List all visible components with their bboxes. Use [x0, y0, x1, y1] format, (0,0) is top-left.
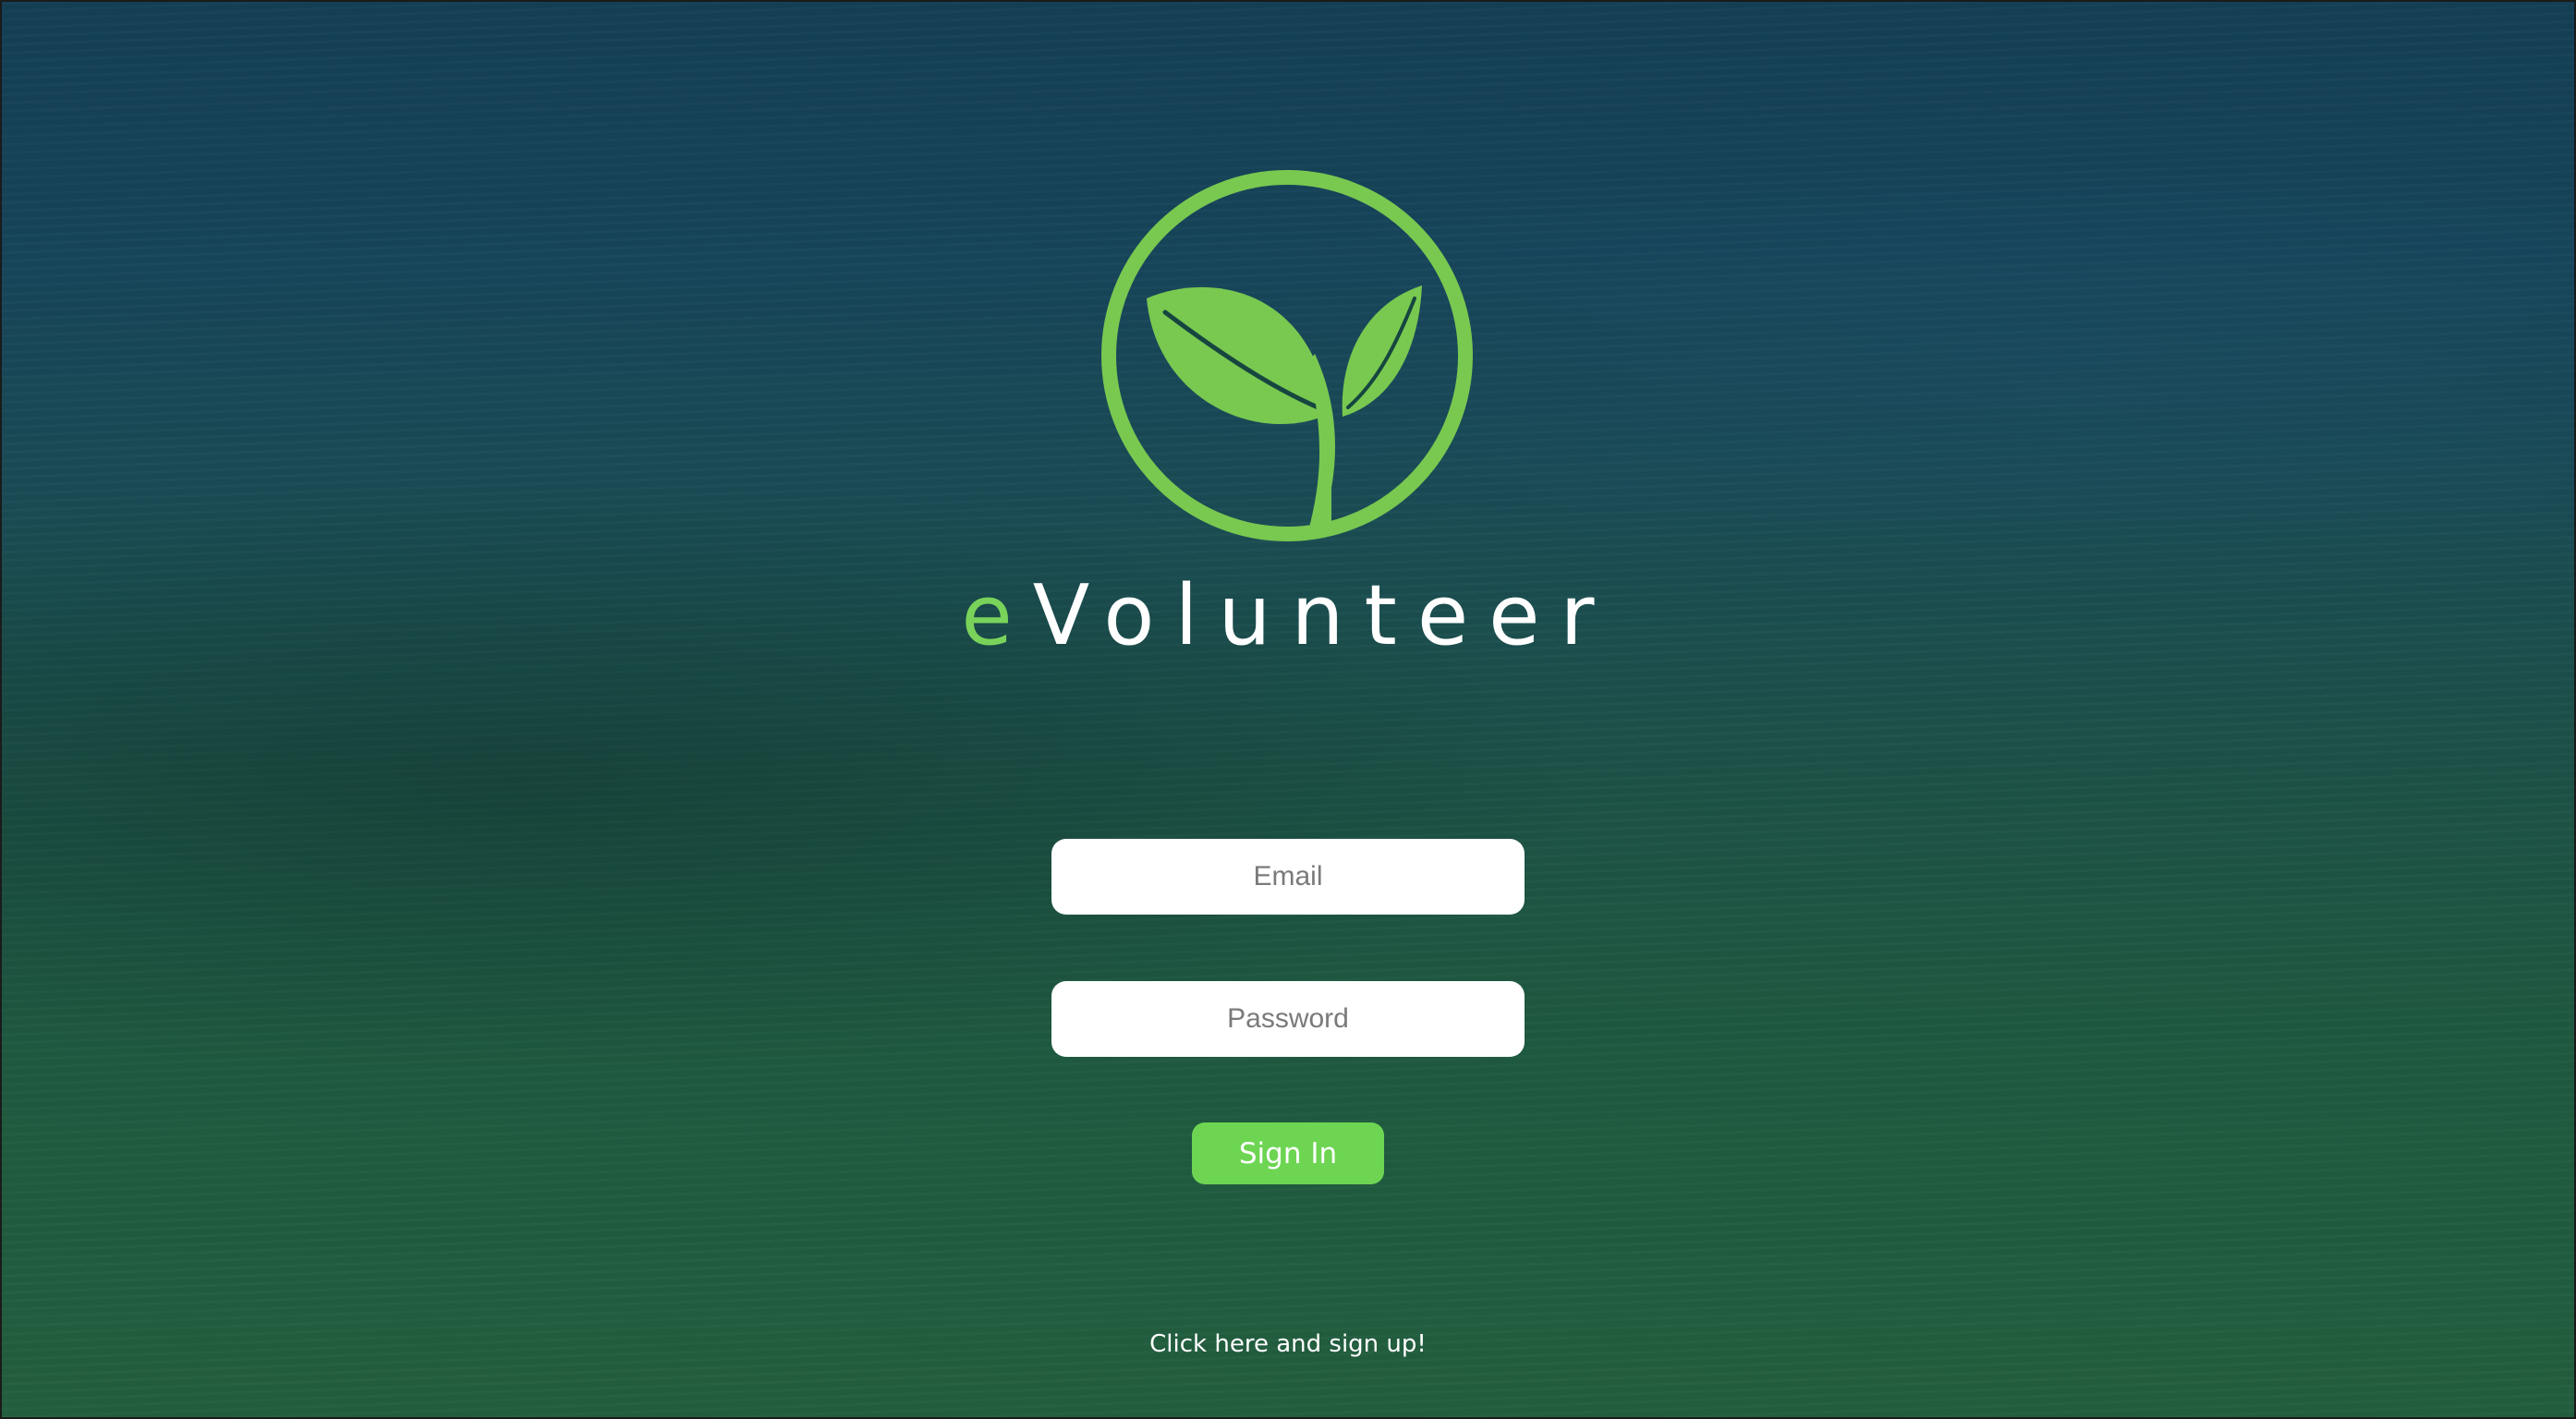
sign-up-link[interactable]: Click here and sign up! — [0, 1330, 2576, 1358]
app-title-prefix: e — [961, 567, 1033, 664]
password-field[interactable] — [1051, 981, 1525, 1057]
email-field[interactable] — [1051, 839, 1525, 915]
sign-in-button[interactable]: Sign In — [1192, 1122, 1384, 1184]
sprout-leaf-icon — [1101, 170, 1473, 541]
app-title: eVolunteer — [0, 565, 2576, 667]
app-title-name: Volunteer — [1032, 567, 1615, 664]
